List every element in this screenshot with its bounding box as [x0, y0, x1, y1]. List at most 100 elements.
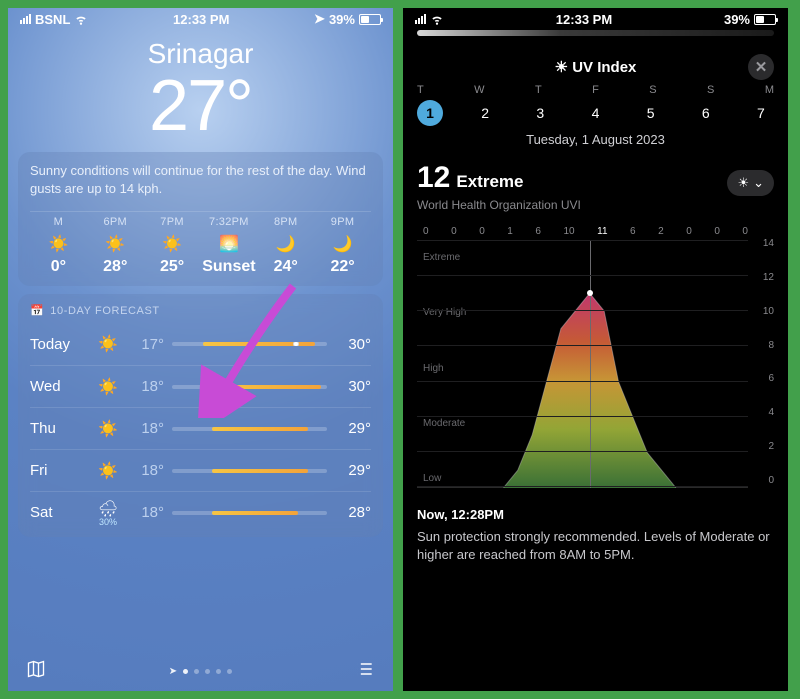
- uv-value: 12: [417, 161, 450, 195]
- wifi-icon: [430, 12, 444, 26]
- hourly-item[interactable]: 6PM☀️28°: [87, 216, 144, 276]
- weather-icon: ☀️: [86, 377, 130, 397]
- low-temp: 18°: [130, 378, 164, 395]
- temp-range-bar: [172, 469, 327, 473]
- high-temp: 29°: [327, 420, 371, 437]
- hour-value: 24°: [257, 258, 314, 276]
- temp-range-bar: [172, 342, 327, 346]
- hourly-item[interactable]: M ☀️ 0°: [30, 216, 87, 276]
- hour-value: 0°: [30, 258, 87, 276]
- temp-range-bar: [172, 385, 327, 389]
- forecast-row[interactable]: Thu☀️18° 29°: [30, 407, 371, 449]
- battery-icon: [754, 14, 776, 25]
- hour-label: 7PM: [144, 216, 201, 228]
- hourly-forecast[interactable]: M☀️0°6PM☀️28°7PM☀️25°7:32PM🌅Sunset8PM🌙24…: [30, 211, 371, 276]
- day-selector[interactable]: 1 2 3 4 5 6 7: [417, 100, 774, 126]
- hourly-item[interactable]: 7:32PM🌅Sunset: [200, 216, 257, 276]
- weather-screen: BSNL 12:33 PM ➤ 39% Srinagar 27° Sunny c…: [8, 8, 393, 691]
- forecast-row[interactable]: Today☀️17° 30°: [30, 323, 371, 365]
- selected-date: Tuesday, 1 August 2023: [417, 132, 774, 147]
- weather-icon: 🌙: [257, 234, 314, 254]
- forecast-row[interactable]: Fri☀️18° 29°: [30, 449, 371, 491]
- list-button[interactable]: [355, 659, 375, 684]
- status-bar: 12:33 PM 39%: [403, 8, 788, 30]
- carrier-label: BSNL: [35, 12, 70, 27]
- day-button[interactable]: 3: [527, 100, 553, 126]
- day-button[interactable]: 5: [638, 100, 664, 126]
- low-temp: 18°: [130, 462, 164, 479]
- uv-description: Sun protection strongly recommended. Lev…: [417, 528, 774, 563]
- sun-icon: ☀︎: [737, 175, 749, 191]
- hourly-item[interactable]: 7PM ☀️ 25°: [144, 216, 201, 276]
- high-temp: 30°: [327, 378, 371, 395]
- day-button[interactable]: 4: [582, 100, 608, 126]
- cellular-icon: [415, 14, 426, 24]
- day-button[interactable]: 1: [417, 100, 443, 126]
- weather-icon: ☀️: [30, 234, 87, 254]
- hourly-item[interactable]: 8PM 🌙 24°: [257, 216, 314, 276]
- weather-icon: 🌧30%: [86, 499, 130, 527]
- ten-day-title: 10-DAY FORECAST: [50, 305, 159, 317]
- low-temp: 17°: [130, 336, 164, 353]
- weather-icon: ☀️: [144, 234, 201, 254]
- day-button[interactable]: 2: [472, 100, 498, 126]
- high-temp: 29°: [327, 462, 371, 479]
- who-label: World Health Organization UVI: [403, 196, 788, 222]
- map-button[interactable]: [26, 659, 46, 684]
- hour-label: 8PM: [257, 216, 314, 228]
- forecast-row[interactable]: Wed☀️18° 30°: [30, 365, 371, 407]
- now-dot: [587, 290, 593, 296]
- status-bar: BSNL 12:33 PM ➤ 39%: [8, 8, 393, 30]
- temp-range-bar: [172, 427, 327, 431]
- uv-category: Extreme: [456, 172, 523, 192]
- weather-icon: ☀️: [86, 461, 130, 481]
- chevron-down-icon: ⌄: [753, 175, 764, 191]
- low-temp: 18°: [130, 420, 164, 437]
- high-temp: 28°: [327, 504, 371, 521]
- weather-icon: ☀️: [86, 419, 130, 439]
- hour-value: 25°: [144, 258, 201, 276]
- low-temp: 18°: [130, 504, 164, 521]
- weather-icon: 🌙: [314, 234, 371, 254]
- battery-pct: 39%: [329, 12, 355, 27]
- day-name: Today: [30, 336, 86, 353]
- page-dots[interactable]: ➤: [169, 666, 232, 677]
- forecast-row[interactable]: Sat🌧30%18° 28°: [30, 491, 371, 533]
- day-button[interactable]: 7: [748, 100, 774, 126]
- ten-day-card[interactable]: 📅 10-DAY FORECAST Today☀️17°30°Wed☀️18°3…: [18, 294, 383, 537]
- cellular-icon: [20, 14, 31, 24]
- day-name: Fri: [30, 462, 86, 479]
- weekday-header: TWTFSSM: [417, 84, 774, 96]
- sun-icon: ☀︎: [555, 58, 568, 76]
- uv-gradient-bar: [417, 30, 774, 36]
- wifi-icon: [74, 12, 88, 26]
- weather-icon: ☀️: [86, 334, 130, 354]
- clock: 12:33 PM: [556, 12, 612, 27]
- uv-index-screen: 12:33 PM 39% ☀︎ UV Index ✕ TWTFSSM 12345…: [403, 8, 788, 691]
- uv-chart[interactable]: 00016101162000 14121086420 ExtremeVery H…: [417, 222, 774, 494]
- now-label: Now, 12:28PM: [417, 507, 504, 522]
- conditions-card[interactable]: Sunny conditions will continue for the r…: [18, 152, 383, 286]
- calendar-icon: 📅: [30, 304, 44, 317]
- hour-label: 7:32PM: [200, 216, 257, 228]
- day-name: Wed: [30, 378, 86, 395]
- hour-label: M: [30, 216, 87, 228]
- conditions-text: Sunny conditions will continue for the r…: [30, 162, 371, 197]
- close-button[interactable]: ✕: [748, 54, 774, 80]
- metric-selector[interactable]: ☀︎ ⌄: [727, 170, 774, 196]
- location-arrow-icon: ➤: [314, 11, 325, 27]
- weather-icon: ☀️: [87, 234, 144, 254]
- clock: 12:33 PM: [173, 12, 229, 27]
- hour-value: 22°: [314, 258, 371, 276]
- battery-icon: [359, 14, 381, 25]
- hourly-item[interactable]: 9PM 🌙 22°: [314, 216, 371, 276]
- hour-label: 9PM: [314, 216, 371, 228]
- hour-label: 6PM: [87, 216, 144, 228]
- day-name: Sat: [30, 504, 86, 521]
- day-name: Thu: [30, 420, 86, 437]
- page-title: UV Index: [572, 59, 636, 76]
- day-button[interactable]: 6: [693, 100, 719, 126]
- high-temp: 30°: [327, 336, 371, 353]
- temp-range-bar: [172, 511, 327, 515]
- battery-pct: 39%: [724, 12, 750, 27]
